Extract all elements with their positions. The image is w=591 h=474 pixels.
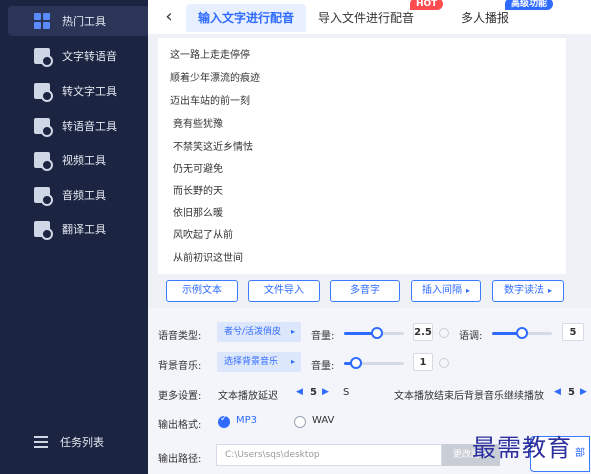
path-label: 输出路径:: [158, 454, 202, 465]
caret-right-icon: ▸: [290, 357, 295, 366]
editor-actions: 示例文本 文件导入 多音字 插入间隔 ▸ 数字读法 ▸: [158, 278, 591, 304]
sidebar-item-label: 文字转语音: [62, 50, 117, 63]
bgm-volume-value[interactable]: 1: [413, 353, 433, 371]
tab-bar: ‹ 输入文字进行配音 导入文件进行配音 HOT 多人播报 高级功能: [148, 0, 591, 34]
sidebar-item-label: 翻译工具: [62, 223, 106, 236]
tab-import-file[interactable]: 导入文件进行配音: [318, 4, 414, 32]
text-editor[interactable]: 这一路上走走停停 顺着少年漂流的痕迹 迈出车站的前一刻 竟有些犹豫 不禁笑这近乡…: [158, 38, 566, 274]
mp3-label: MP3: [236, 415, 258, 426]
tone-value[interactable]: 5: [562, 323, 584, 341]
bgm-select[interactable]: 选择背景音乐 ▸: [217, 352, 301, 372]
tone-slider-knob[interactable]: [516, 327, 528, 339]
increase-icon[interactable]: ▶: [322, 387, 329, 397]
voice-type-label: 语音类型:: [158, 331, 202, 342]
voice-type-select[interactable]: 者兮/活泼俏皮 ▸: [217, 322, 301, 342]
volume-label: 音量:: [311, 331, 335, 342]
volume-slider[interactable]: [344, 327, 404, 339]
sidebar-item-video-tools[interactable]: 视频工具: [8, 145, 148, 175]
text-line: 风吹起了从前: [173, 230, 233, 241]
advanced-badge: 高级功能: [505, 0, 554, 10]
sidebar-item-translate-tools[interactable]: 翻译工具: [8, 214, 148, 244]
output-path-input[interactable]: [216, 444, 442, 466]
import-file-button[interactable]: 文件导入: [248, 280, 320, 302]
sidebar-item-label: 视频工具: [62, 154, 106, 167]
text-line: 这一路上走走停停: [170, 50, 250, 61]
tab-input-text[interactable]: 输入文字进行配音: [186, 4, 307, 32]
sample-text-button[interactable]: 示例文本: [166, 280, 238, 302]
hot-badge: HOT: [410, 0, 444, 10]
sidebar-item-label: 热门工具: [62, 15, 106, 28]
more-settings-label: 更多设置:: [158, 391, 202, 402]
watermark: 最需教育: [472, 434, 572, 462]
text-line: 从前初识这世间: [173, 253, 243, 264]
delay-unit: S: [343, 387, 350, 398]
continue-value: 5: [568, 387, 575, 398]
wav-radio[interactable]: [294, 416, 306, 428]
text-line: 仍无可避免: [173, 164, 223, 175]
polyphone-button[interactable]: 多音字: [330, 280, 400, 302]
decrease-icon[interactable]: ◀: [554, 387, 561, 397]
tool-icon: [34, 48, 53, 67]
number-reading-button[interactable]: 数字读法 ▸: [492, 280, 564, 302]
tool-icon: [34, 221, 53, 240]
insert-pause-label: 插入间隔: [421, 285, 462, 296]
task-list-button[interactable]: 任务列表: [0, 428, 148, 456]
tab-multi-broadcast[interactable]: 多人播报: [461, 4, 509, 32]
wav-label: WAV: [312, 415, 335, 426]
caret-right-icon: ▸: [290, 327, 295, 336]
text-line: 不禁笑这近乡情怯: [173, 142, 253, 153]
delay-label: 文本播放延迟: [218, 391, 278, 402]
caret-right-icon: ▸: [547, 286, 552, 295]
text-line: 依旧那么暖: [173, 208, 223, 219]
grid-icon: [34, 13, 50, 29]
tone-slider[interactable]: [492, 327, 552, 339]
back-button[interactable]: ‹: [158, 4, 180, 30]
sidebar-item-label: 音频工具: [62, 189, 106, 202]
sidebar-item-text-to-speech[interactable]: 文字转语音: [8, 41, 148, 71]
increase-icon[interactable]: ▶: [580, 387, 587, 397]
text-line: 迈出车站的前一刻: [170, 96, 250, 107]
polyphone-label: 多音字: [350, 285, 380, 296]
sidebar-item-label: 转文字工具: [62, 85, 117, 98]
sidebar-item-label: 转语音工具: [62, 120, 117, 133]
format-label: 输出格式:: [158, 420, 202, 431]
tool-icon: [34, 152, 53, 171]
bgm-volume-label: 音量:: [311, 361, 335, 372]
decrease-icon[interactable]: ◀: [296, 387, 303, 397]
delay-value: 5: [310, 387, 317, 398]
sidebar: 热门工具 文字转语音 转文字工具 转语音工具 视频工具 音频工具 翻译工具 任务…: [0, 0, 148, 474]
sidebar-item-to-speech-tools[interactable]: 转语音工具: [8, 111, 148, 141]
sidebar-item-audio-tools[interactable]: 音频工具: [8, 180, 148, 210]
task-list-label: 任务列表: [60, 436, 104, 449]
reset-icon[interactable]: [439, 358, 449, 368]
caret-right-icon: ▸: [465, 286, 470, 295]
sidebar-item-hot-tools[interactable]: 热门工具: [8, 6, 148, 36]
reset-icon[interactable]: [439, 328, 449, 338]
volume-value[interactable]: 2.5: [413, 323, 433, 341]
tool-icon: [34, 83, 53, 102]
volume-slider-knob[interactable]: [371, 327, 383, 339]
voice-type-value: 者兮/活泼俏皮: [224, 327, 282, 337]
continue-label: 文本播放结束后背景音乐继续播放: [394, 391, 544, 402]
sample-text-label: 示例文本: [182, 285, 222, 296]
list-icon: [34, 436, 48, 448]
text-line: 而长野的天: [173, 186, 223, 197]
import-file-label: 文件导入: [264, 285, 304, 296]
bgm-value: 选择背景音乐: [224, 357, 279, 367]
text-line: 竟有些犹豫: [173, 119, 223, 130]
text-line: 顺着少年漂流的痕迹: [170, 73, 260, 84]
sidebar-item-to-text-tools[interactable]: 转文字工具: [8, 76, 148, 106]
insert-pause-button[interactable]: 插入间隔 ▸: [411, 280, 481, 302]
bgm-volume-slider-knob[interactable]: [350, 357, 362, 369]
tool-icon: [34, 118, 53, 137]
bgm-volume-slider[interactable]: [344, 357, 404, 369]
tool-icon: [34, 187, 53, 206]
bgm-label: 背景音乐:: [158, 361, 202, 372]
mp3-radio[interactable]: [218, 414, 230, 428]
number-reading-label: 数字读法: [503, 285, 544, 296]
tone-label: 语调:: [459, 331, 483, 342]
